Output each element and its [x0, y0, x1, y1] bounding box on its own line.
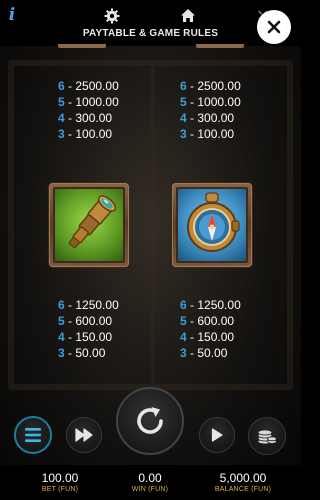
payout-row: 6 - 1250.00 — [180, 298, 241, 312]
payout-row: 6 - 1250.00 — [58, 298, 119, 312]
symbol-frame-partial — [58, 44, 106, 48]
turbo-button[interactable] — [66, 417, 102, 453]
balance-value: 5,000.00 — [219, 471, 267, 485]
game-controls — [0, 385, 301, 465]
payout-row: 4 - 300.00 — [58, 111, 113, 125]
payout-row: 3 - 50.00 — [58, 346, 106, 360]
gear-icon[interactable] — [104, 8, 120, 24]
top-bar: i ✕ PAYTA — [0, 0, 301, 46]
payout-row: 5 - 600.00 — [58, 314, 113, 328]
hamburger-icon — [25, 428, 41, 442]
payout-table: 6 - 1250.00 5 - 600.00 4 - 150.00 3 - 50… — [58, 297, 138, 361]
payout-row: 5 - 600.00 — [180, 314, 235, 328]
payout-row: 4 - 150.00 — [58, 330, 113, 344]
close-button[interactable] — [257, 10, 291, 44]
spyglass-symbol — [49, 183, 129, 267]
status-bar: 100.00 BET (FUN) 0.00 WIN (FUN) 5,000.00… — [0, 465, 301, 500]
stake-button[interactable] — [248, 417, 286, 455]
balance-label: BALANCE (FUN) — [214, 486, 272, 493]
payout-table: 6 - 2500.00 5 - 1000.00 4 - 300.00 3 - 1… — [180, 78, 260, 142]
payout-row: 5 - 1000.00 — [180, 95, 241, 109]
payout-row: 4 - 150.00 — [180, 330, 235, 344]
compass-icon — [187, 192, 240, 252]
bet-value: 100.00 — [41, 471, 79, 485]
refresh-icon — [137, 407, 163, 434]
fast-forward-icon — [75, 428, 93, 442]
symbol-frame-partial — [196, 44, 244, 48]
payout-row: 4 - 300.00 — [180, 111, 235, 125]
autoplay-button[interactable] — [199, 417, 235, 453]
win-display: 0.00 WIN (FUN) — [110, 471, 190, 494]
play-icon — [211, 428, 223, 442]
payout-row: 5 - 1000.00 — [58, 95, 119, 109]
payout-table: 6 - 1250.00 5 - 600.00 4 - 150.00 3 - 50… — [180, 297, 260, 361]
balance-display: 5,000.00 BALANCE (FUN) — [198, 471, 288, 494]
payout-table: 6 - 2500.00 5 - 1000.00 4 - 300.00 3 - 1… — [58, 78, 138, 142]
game-screen: i ✕ PAYTA — [0, 0, 301, 500]
spin-button[interactable] — [116, 387, 184, 455]
bet-display: 100.00 BET (FUN) — [20, 471, 100, 494]
payout-row: 3 - 50.00 — [180, 346, 228, 360]
menu-button[interactable] — [14, 416, 52, 454]
win-label: WIN (FUN) — [131, 486, 169, 493]
win-value: 0.00 — [138, 471, 162, 485]
payout-row: 6 - 2500.00 — [180, 79, 241, 93]
bet-label: BET (FUN) — [41, 486, 79, 493]
payout-row: 3 - 100.00 — [58, 127, 113, 141]
compass-symbol — [172, 183, 252, 267]
payout-row: 6 - 2500.00 — [58, 79, 119, 93]
page-title: PAYTABLE & GAME RULES — [82, 28, 219, 39]
coins-stack-icon — [257, 429, 277, 445]
info-icon[interactable]: i — [5, 6, 19, 24]
payout-row: 3 - 100.00 — [180, 127, 235, 141]
home-icon[interactable] — [180, 8, 196, 24]
close-icon — [267, 20, 281, 34]
spyglass-icon — [68, 195, 117, 249]
